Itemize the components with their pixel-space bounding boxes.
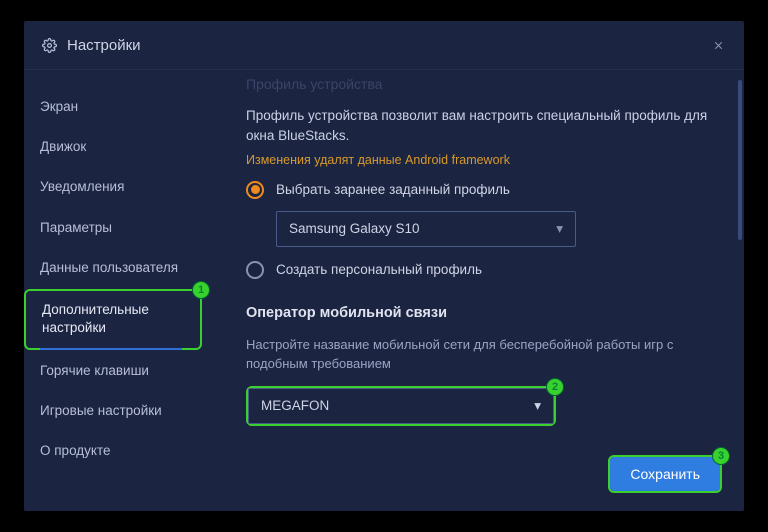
radio-custom-profile[interactable]: Создать персональный профиль xyxy=(246,261,720,279)
sidebar-item-notifications[interactable]: Уведомления xyxy=(24,168,202,206)
sidebar-item-userdata[interactable]: Данные пользователя xyxy=(24,249,202,287)
device-profile-select[interactable]: Samsung Galaxy S10 ▾ xyxy=(276,211,576,247)
operator-select[interactable]: MEGAFON ▾ xyxy=(248,388,554,424)
radio-label: Создать персональный профиль xyxy=(276,262,482,277)
save-button-wrap: Сохранить 3 xyxy=(608,455,722,493)
select-value: Samsung Galaxy S10 xyxy=(289,221,420,236)
operator-select-wrap: MEGAFON ▾ 2 xyxy=(246,386,556,426)
sidebar-item-screen[interactable]: Экран xyxy=(24,88,202,126)
sidebar-item-about[interactable]: О продукте xyxy=(24,432,202,470)
chevron-down-icon: ▾ xyxy=(534,398,541,414)
window-body: Экран Движок Уведомления Параметры Данны… xyxy=(24,69,744,511)
content-panel: Профиль устройства Профиль устройства по… xyxy=(202,70,744,511)
titlebar: Настройки xyxy=(24,21,744,69)
sidebar-item-advanced[interactable]: Дополнительные настройки 1 xyxy=(24,289,202,349)
sidebar-item-label: Дополнительные настройки xyxy=(42,302,149,335)
section-heading-profile: Профиль устройства xyxy=(246,76,720,92)
profile-description: Профиль устройства позволит вам настроит… xyxy=(246,106,720,147)
settings-window: Настройки Экран Движок Уведомления Парам… xyxy=(24,21,744,511)
window-title: Настройки xyxy=(67,37,710,54)
annotation-badge-3: 3 xyxy=(712,447,730,465)
sidebar-item-parameters[interactable]: Параметры xyxy=(24,209,202,247)
sidebar-item-hotkeys[interactable]: Горячие клавиши xyxy=(24,352,202,390)
scrollbar[interactable] xyxy=(738,80,742,240)
gear-icon xyxy=(42,38,57,53)
section-heading-operator: Оператор мобильной связи xyxy=(246,305,720,321)
sidebar: Экран Движок Уведомления Параметры Данны… xyxy=(24,70,202,511)
close-button[interactable] xyxy=(710,37,726,53)
save-button[interactable]: Сохранить xyxy=(610,457,720,491)
warning-text: Изменения удалят данные Android framewor… xyxy=(246,153,720,167)
footer: Сохранить 3 xyxy=(608,455,722,493)
annotation-badge-2: 2 xyxy=(546,378,564,396)
select-value: MEGAFON xyxy=(261,398,329,413)
radio-icon xyxy=(246,181,264,199)
radio-predefined-profile[interactable]: Выбрать заранее заданный профиль xyxy=(246,181,720,199)
sidebar-item-gamesettings[interactable]: Игровые настройки xyxy=(24,392,202,430)
sidebar-item-engine[interactable]: Движок xyxy=(24,128,202,166)
operator-hint: Настройте название мобильной сети для бе… xyxy=(246,335,720,374)
chevron-down-icon: ▾ xyxy=(556,221,563,237)
radio-label: Выбрать заранее заданный профиль xyxy=(276,182,510,197)
radio-icon xyxy=(246,261,264,279)
